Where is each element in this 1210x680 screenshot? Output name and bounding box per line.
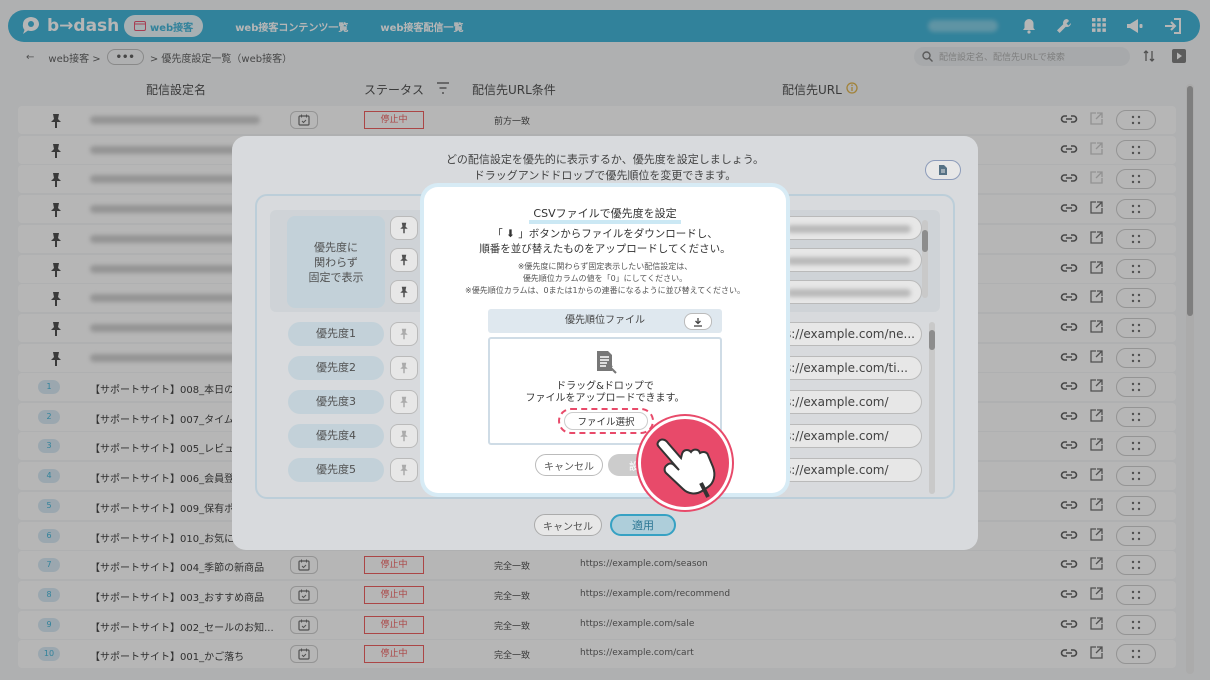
download-icon	[694, 317, 702, 327]
note-line-1: ※優先度に関わらず固定表示したい配信設定は、	[517, 262, 693, 271]
csv-modal: CSVファイルで優先度を設定 「 ⬇ 」ボタンからファイルをダウンロードし、 順…	[424, 187, 786, 493]
pointing-hand-icon	[638, 416, 732, 510]
desc-line-1: 「 ⬇ 」ボタンからファイルをダウンロードし、	[492, 228, 718, 240]
drop-text-line-1: ドラッグ&ドロップで	[556, 381, 654, 392]
download-button[interactable]	[684, 313, 712, 330]
file-select-button[interactable]: ファイル選択	[564, 412, 648, 430]
csv-cancel-button[interactable]: キャンセル	[535, 454, 603, 476]
note-line-3: ※優先順位カラムは、0または1からの連番になるように並び替えてください。	[465, 286, 745, 295]
csv-modal-title-text: CSVファイルで優先度を設定	[529, 207, 681, 224]
note-line-2: 優先順位カラムの値を「0」にしてください。	[522, 274, 688, 283]
file-select-highlight: ファイル選択	[558, 408, 654, 434]
csv-modal-notes: ※優先度に関わらず固定表示したい配信設定は、 優先順位カラムの値を「0」にしてく…	[424, 261, 786, 297]
desc-line-2: 順番を並び替えたものをアップロードしてください。	[479, 243, 731, 255]
csv-modal-title: CSVファイルで優先度を設定	[424, 205, 786, 224]
file-upload-icon	[594, 349, 618, 375]
drop-instruction: ドラッグ&ドロップで ファイルをアップロードできます。	[490, 381, 720, 405]
drop-text-line-2: ファイルをアップロードできます。	[525, 393, 685, 404]
csv-modal-description: 「 ⬇ 」ボタンからファイルをダウンロードし、 順番を並び替えたものをアップロー…	[424, 227, 786, 257]
